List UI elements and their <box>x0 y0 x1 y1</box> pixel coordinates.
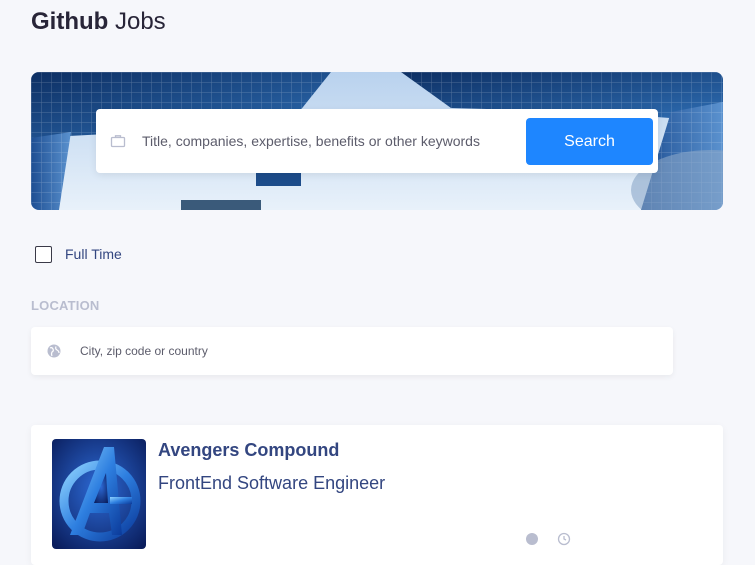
job-title[interactable]: FrontEnd Software Engineer <box>158 473 385 494</box>
company-logo <box>52 439 146 549</box>
clock-icon <box>557 532 571 546</box>
app-logo: Github Jobs <box>31 8 166 36</box>
globe-icon <box>47 344 61 358</box>
search-bar: Search <box>96 109 658 173</box>
job-card[interactable]: Avengers Compound FrontEnd Software Engi… <box>31 425 723 565</box>
search-input[interactable] <box>142 123 512 159</box>
location-field <box>31 327 673 375</box>
job-meta <box>525 532 589 546</box>
logo-bold-text: Github <box>31 8 109 35</box>
company-name[interactable]: Avengers Compound <box>158 440 339 461</box>
logo-light-text: Jobs <box>114 8 166 35</box>
briefcase-icon <box>110 135 126 148</box>
full-time-filter[interactable]: Full Time <box>35 245 122 263</box>
location-heading: LOCATION <box>31 298 100 313</box>
full-time-checkbox[interactable] <box>35 245 52 263</box>
full-time-label: Full Time <box>65 246 122 262</box>
location-input[interactable] <box>80 339 640 363</box>
globe-icon <box>526 533 538 545</box>
avengers-logo-icon <box>52 439 146 549</box>
search-button[interactable]: Search <box>526 118 653 165</box>
